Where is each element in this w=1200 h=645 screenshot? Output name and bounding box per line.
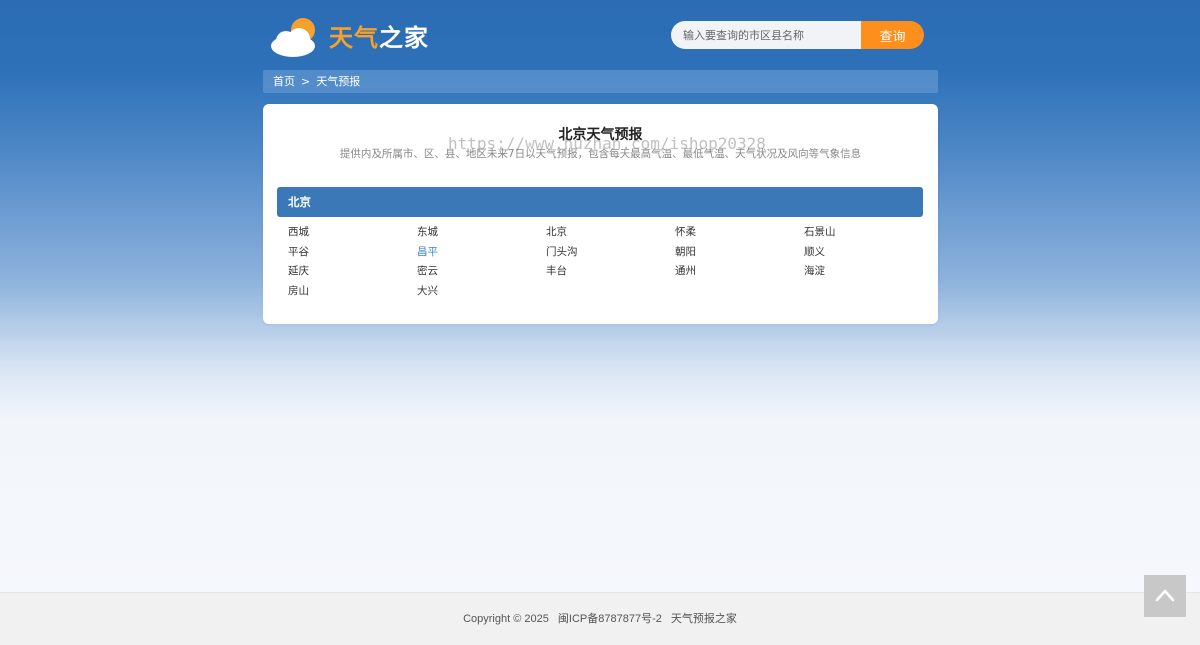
city-link[interactable]: 北京	[546, 224, 567, 239]
logo-text: 天气之家	[329, 18, 429, 53]
breadcrumb-separator: >	[301, 75, 311, 88]
footer: Copyright © 2025 闽ICP备8787877号-2 天气预报之家	[0, 592, 1200, 645]
city-link[interactable]: 东城	[417, 224, 438, 239]
city-link[interactable]: 大兴	[417, 283, 438, 298]
city-link[interactable]: 石景山	[804, 224, 836, 239]
cloud-sun-icon	[271, 18, 315, 57]
site-logo[interactable]: 天气之家	[269, 16, 429, 58]
breadcrumb-home[interactable]: 首页	[273, 75, 295, 88]
breadcrumb-current: 天气预报	[316, 75, 361, 88]
city-link[interactable]: 昌平	[417, 244, 438, 259]
city-link[interactable]: 平谷	[288, 244, 309, 259]
chevron-up-icon	[1155, 589, 1175, 602]
footer-site-name[interactable]: 天气预报之家	[671, 613, 737, 625]
city-link[interactable]: 朝阳	[675, 244, 696, 259]
city-link[interactable]: 怀柔	[675, 224, 696, 239]
city-link[interactable]: 顺义	[804, 244, 825, 259]
watermark-text: https://www.huzhan.com/ishop20328	[448, 134, 766, 153]
city-link[interactable]: 房山	[288, 283, 309, 298]
city-link[interactable]: 密云	[417, 263, 438, 278]
city-link[interactable]: 丰台	[546, 263, 567, 278]
logo-text-part1: 天气	[329, 24, 379, 52]
footer-copyright: Copyright © 2025	[463, 613, 549, 625]
back-to-top-button[interactable]	[1144, 575, 1186, 617]
search-button[interactable]: 查询	[861, 21, 924, 49]
city-link[interactable]: 门头沟	[546, 244, 578, 259]
city-link[interactable]: 延庆	[288, 263, 309, 278]
forecast-card: 北京天气预报 提供内及所属市、区、县、地区未来7日以天气预报，包含每天最高气温、…	[263, 104, 938, 324]
footer-icp[interactable]: 闽ICP备8787877号-2	[558, 613, 662, 625]
search-input[interactable]	[671, 21, 861, 49]
province-header: 北京	[277, 187, 923, 217]
search-box: 查询	[671, 21, 924, 49]
logo-text-part2: 之家	[379, 24, 429, 52]
header: 天气之家 查询	[263, 0, 938, 70]
city-link[interactable]: 通州	[675, 263, 696, 278]
breadcrumb: 首页 > 天气预报	[263, 70, 938, 93]
city-link[interactable]: 海淀	[804, 263, 825, 278]
city-link[interactable]: 西城	[288, 224, 309, 239]
